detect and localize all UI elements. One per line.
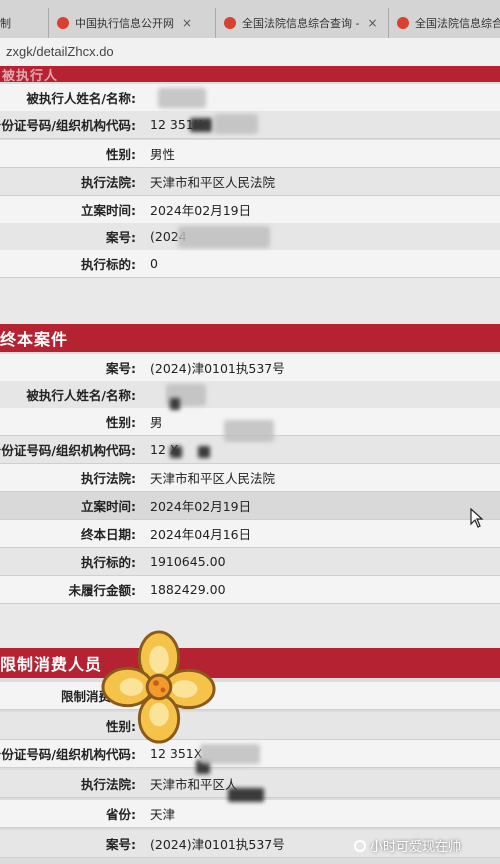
- section-header-consumption-restricted: 限制消费人员: [0, 648, 500, 678]
- tab-label: 制: [0, 17, 11, 30]
- field-label: 执行法院:: [81, 175, 136, 190]
- section-title: 限制消费人员: [0, 655, 103, 674]
- court-logo-icon: [224, 17, 236, 29]
- field-value: 男性: [150, 147, 176, 162]
- watermark-text: 小时可爱现在帅: [370, 840, 462, 855]
- field-label: 立案时间:: [81, 203, 136, 218]
- table-row: 性别:: [0, 712, 500, 740]
- browser-tab-2[interactable]: 全国法院信息综合查询 - ×: [215, 8, 394, 38]
- table-row: 执行法院: 天津市和平区人民法院: [0, 464, 500, 492]
- section-title: 被执行人: [2, 68, 59, 84]
- redaction-blur: [158, 88, 206, 108]
- redaction-blur: [214, 114, 258, 134]
- field-label: 案号:: [106, 837, 136, 852]
- browser-tab-bar: 制 中国执行信息公开网 × 全国法院信息综合查询 - × 全国法院信息综合查: [0, 0, 500, 39]
- table-row: 终本日期: 2024年04月16日: [0, 520, 500, 548]
- address-bar[interactable]: zxgk/detailZhcx.do: [0, 38, 500, 67]
- redaction-blur: [178, 226, 270, 248]
- field-label: 身份证号码/组织机构代码:: [0, 747, 136, 762]
- tab-label: 全国法院信息综合查: [415, 17, 500, 30]
- redaction-blur: [170, 446, 182, 458]
- close-icon[interactable]: ×: [182, 16, 192, 30]
- field-label: 执行法院:: [81, 777, 136, 792]
- table-row: 立案时间: 2024年02月19日: [0, 196, 500, 224]
- section-header-terminated-cases: 终本案件: [0, 324, 500, 352]
- field-value: 12 351X: [150, 746, 203, 761]
- browser-tab-1[interactable]: 中国执行信息公开网 ×: [48, 8, 217, 38]
- redaction-blur: [224, 420, 274, 442]
- field-label: 省份:: [106, 807, 136, 822]
- field-label: 性别:: [106, 147, 136, 162]
- field-value: 天津市和平区人民法院: [150, 175, 276, 190]
- table-row: 被执行人姓名/名称:: [0, 381, 500, 409]
- field-label: 未履行金额:: [68, 583, 137, 598]
- section-header-debtor: 被执行人: [0, 66, 500, 84]
- field-label: 被执行人姓名/名称:: [26, 388, 136, 403]
- field-label: 被执行人姓名/名称:: [26, 91, 136, 106]
- field-label: 立案时间:: [81, 499, 136, 514]
- field-label: 性别:: [106, 415, 136, 430]
- redaction-blur: [198, 446, 210, 458]
- field-label: 终本日期:: [81, 527, 136, 542]
- field-label: 身份证号码/组织机构代码:: [0, 443, 136, 458]
- table-row: 未履行金额: 1882429.00: [0, 576, 500, 604]
- table-row: 省份: 天津: [0, 800, 500, 828]
- redaction-blur: [228, 788, 264, 802]
- field-label: 执行法院:: [81, 471, 136, 486]
- table-row: 案号: (2024)津0101执537号: [0, 354, 500, 382]
- table-row: 被执行人姓名/名称:: [0, 84, 500, 112]
- field-value: 2024年02月19日: [150, 499, 252, 514]
- field-value: 1910645.00: [150, 554, 226, 569]
- field-value: 2024年04月16日: [150, 527, 252, 542]
- field-value: (2024)津0101执537号: [150, 837, 285, 852]
- field-label: 身份证号码/组织机构代码:: [0, 118, 136, 133]
- redaction-blur: [170, 398, 180, 410]
- field-label: 执行标的:: [81, 257, 136, 272]
- redaction-blur: [200, 744, 260, 764]
- table-row: 执行标的: 0: [0, 250, 500, 278]
- field-value: 天津: [150, 807, 176, 822]
- browser-tab-3[interactable]: 全国法院信息综合查: [388, 8, 500, 38]
- address-text[interactable]: zxgk/detailZhcx.do: [6, 44, 114, 59]
- tab-label: 全国法院信息综合查询 -: [242, 17, 360, 30]
- close-icon[interactable]: ×: [367, 16, 377, 30]
- table-row: 限制消费人员: [0, 682, 500, 710]
- field-value: 天津市和平区人民法院: [150, 471, 276, 486]
- field-value: 0: [150, 256, 158, 271]
- field-value: 1882429.00: [150, 582, 226, 597]
- field-label: 执行标的:: [81, 555, 136, 570]
- mouse-cursor-icon: [470, 508, 484, 528]
- field-label: 案号:: [106, 230, 136, 245]
- section-spacer: [0, 278, 500, 324]
- section-spacer: [0, 604, 500, 648]
- tab-label: 中国执行信息公开网: [75, 17, 174, 30]
- field-value: (2024)津0101执537号: [150, 361, 285, 376]
- field-value: 2024年02月19日: [150, 203, 252, 218]
- court-logo-icon: [57, 17, 69, 29]
- watermark: 小时可爱现在帅: [354, 836, 461, 855]
- watermark-logo-icon: [354, 839, 366, 852]
- table-row: 执行标的: 1910645.00: [0, 548, 500, 576]
- section-title: 终本案件: [0, 330, 69, 349]
- flower-sticker-icon: [101, 630, 216, 744]
- court-logo-icon: [397, 17, 409, 29]
- field-label: 案号:: [106, 361, 136, 376]
- redaction-blur: [190, 118, 212, 132]
- table-row: 立案时间: 2024年02月19日: [0, 492, 500, 520]
- field-value: 男: [150, 415, 163, 430]
- table-row: 执行法院: 天津市和平区人民法院: [0, 168, 500, 196]
- field-value: 天津市和平区人: [150, 777, 238, 792]
- browser-tab-0[interactable]: 制: [0, 8, 38, 38]
- table-row: 性别: 男性: [0, 140, 500, 168]
